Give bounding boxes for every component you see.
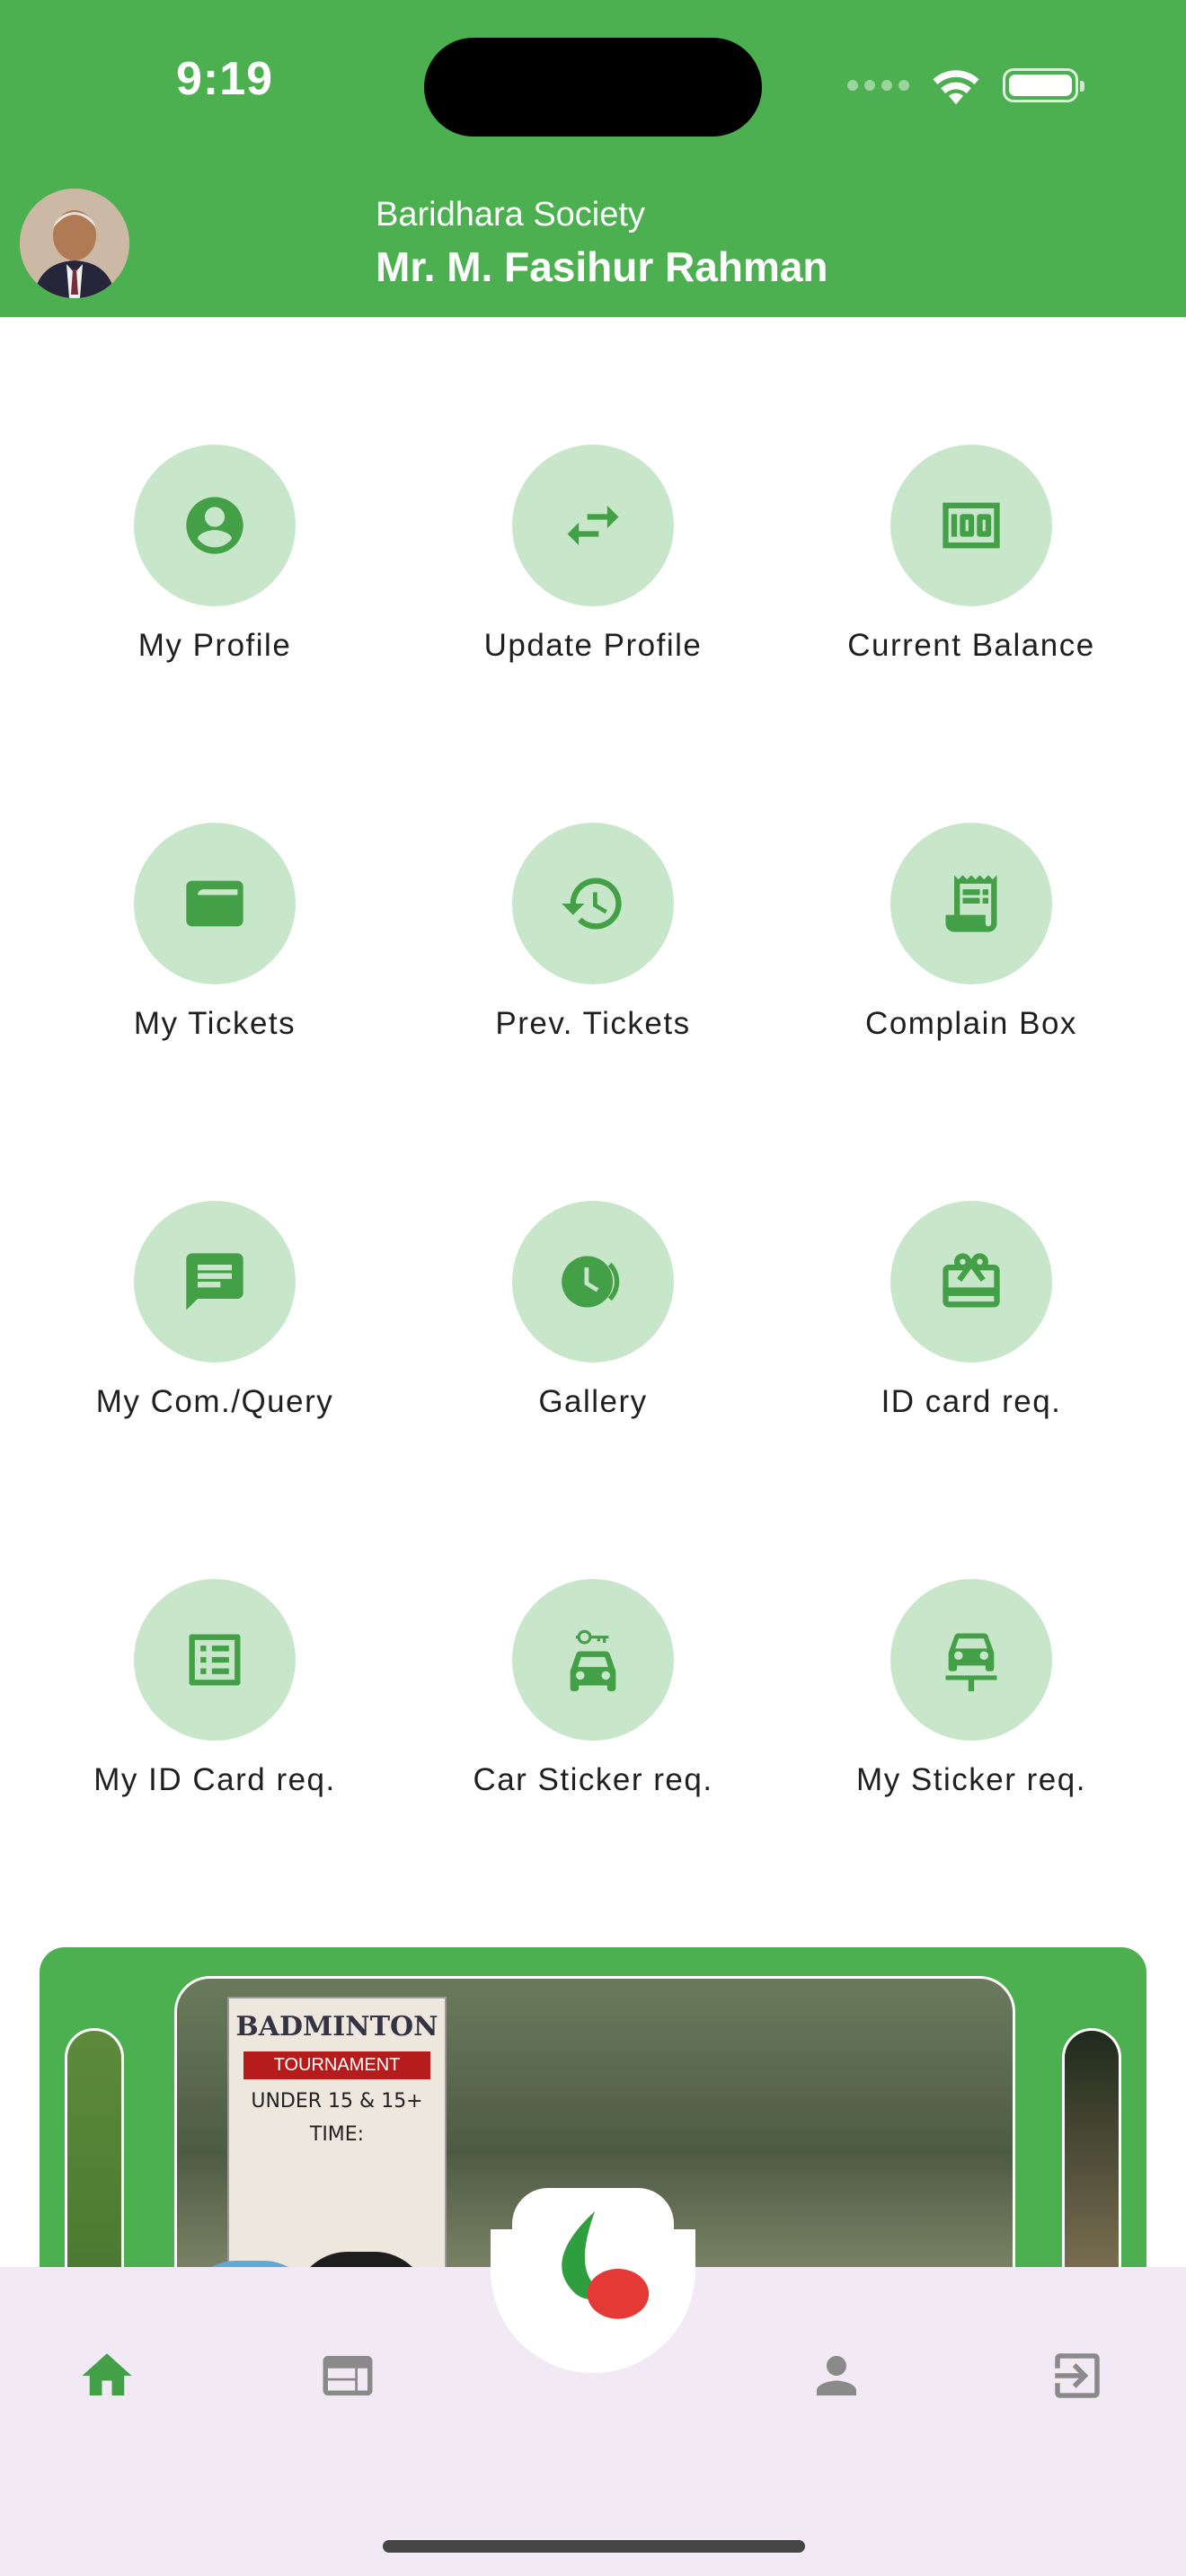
status-icons <box>847 65 1084 106</box>
menu-label: My Com./Query <box>95 1384 334 1419</box>
list-alt-icon <box>189 1634 241 1686</box>
menu-gallery[interactable]: Gallery <box>404 1201 782 1470</box>
card-giftcard-icon <box>943 1253 1000 1308</box>
menu-my-tickets[interactable]: My Tickets <box>26 823 403 1092</box>
account-circle-icon <box>186 497 243 554</box>
menu-label: My ID Card req. <box>93 1762 336 1797</box>
menu-label: ID card req. <box>881 1384 1062 1419</box>
menu-complain-box[interactable]: Complain Box <box>783 823 1160 1092</box>
banner-title: BADMINTON <box>235 2011 438 2042</box>
society-logo-icon <box>562 2210 650 2319</box>
home-indicator <box>383 2540 805 2553</box>
receipt-icon <box>945 875 997 932</box>
car-stand-icon <box>945 1633 997 1691</box>
card-icon <box>186 880 243 927</box>
user-name: Mr. M. Fasihur Rahman <box>376 243 828 290</box>
gallery-clock-icon <box>562 1256 620 1308</box>
menu-id-card-req[interactable]: ID card req. <box>783 1201 1160 1470</box>
menu-label: Current Balance <box>847 628 1095 663</box>
nav-profile[interactable] <box>805 2344 868 2407</box>
menu-my-sticker-req[interactable]: My Sticker req. <box>783 1579 1160 1848</box>
menu-label: My Sticker req. <box>856 1762 1086 1797</box>
money-icon <box>943 502 1000 549</box>
center-logo-button[interactable] <box>512 2188 674 2350</box>
nav-logout[interactable] <box>1046 2344 1109 2407</box>
banner-text: UNDER 15 & 15+ <box>251 2090 423 2113</box>
web-icon <box>323 2356 373 2395</box>
banner-subtitle: TOURNAMENT <box>243 2051 430 2079</box>
banner-time: TIME: <box>309 2123 365 2146</box>
menu-label: My Tickets <box>133 1006 296 1041</box>
menu-label: Gallery <box>538 1384 648 1419</box>
menu-car-sticker-req[interactable]: Car Sticker req. <box>404 1579 782 1848</box>
avatar[interactable] <box>20 189 129 298</box>
person-icon <box>817 2356 856 2395</box>
battery-icon <box>1003 68 1084 102</box>
tournament-banner: BADMINTON TOURNAMENT UNDER 15 & 15+ TIME… <box>227 1997 447 2297</box>
wifi-icon <box>933 70 979 105</box>
app-header: 9:19 Baridhara Society Mr. M. Fasihur Ra… <box>0 0 1186 317</box>
menu-label: Car Sticker req. <box>473 1762 713 1797</box>
swap-arrows-icon <box>567 505 619 546</box>
menu-current-balance[interactable]: Current Balance <box>783 445 1160 714</box>
dynamic-island <box>424 38 762 137</box>
logout-icon <box>1055 2353 1100 2398</box>
nav-notice[interactable] <box>316 2344 379 2407</box>
menu-my-com-query[interactable]: My Com./Query <box>26 1201 403 1470</box>
menu-label: Complain Box <box>865 1006 1077 1041</box>
car-key-icon <box>570 1629 616 1691</box>
menu-label: Update Profile <box>483 628 703 663</box>
status-time: 9:19 <box>176 53 274 105</box>
history-icon <box>562 878 622 930</box>
menu-label: Prev. Tickets <box>495 1006 691 1041</box>
menu-my-id-card-req[interactable]: My ID Card req. <box>26 1579 403 1848</box>
cellular-signal-icon <box>847 80 909 91</box>
menu-update-profile[interactable]: Update Profile <box>404 445 782 714</box>
society-name: Baridhara Society <box>376 196 645 234</box>
message-icon <box>186 1253 243 1310</box>
menu-my-profile[interactable]: My Profile <box>26 445 403 714</box>
home-icon <box>82 2353 132 2395</box>
nav-home[interactable] <box>75 2344 138 2407</box>
menu-prev-tickets[interactable]: Prev. Tickets <box>404 823 782 1092</box>
menu-label: My Profile <box>137 628 292 663</box>
